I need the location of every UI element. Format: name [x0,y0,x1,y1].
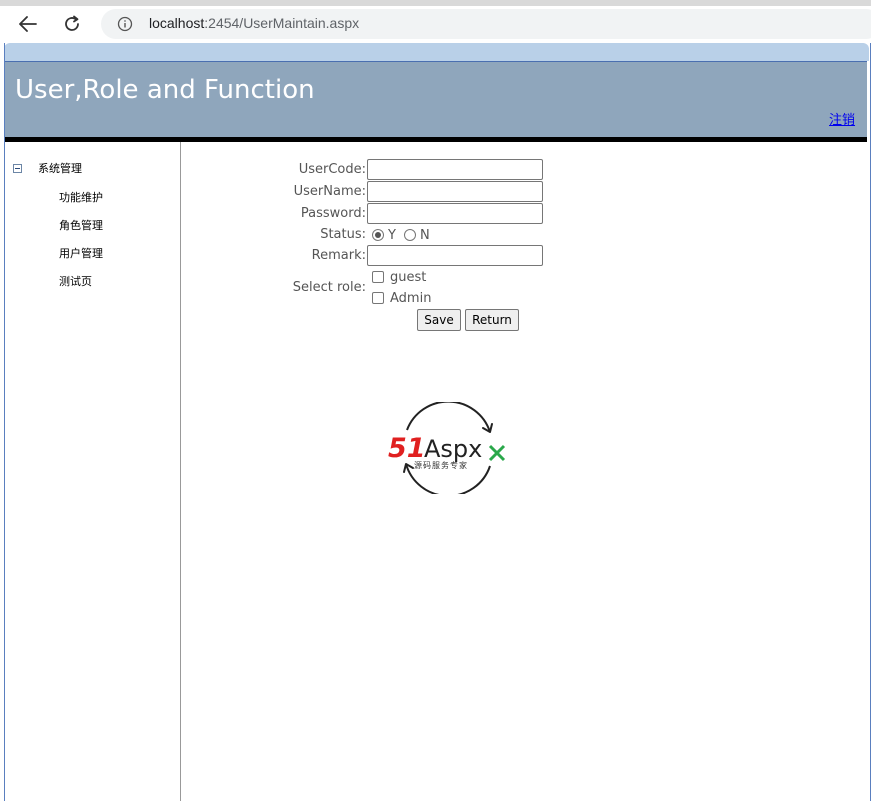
arrow-left-icon [19,16,37,32]
page-title: User,Role and Function [15,75,315,105]
password-field[interactable] [367,203,543,224]
username-field[interactable] [367,181,543,202]
sidebar-item-test-page[interactable]: 测试页 [59,273,92,289]
logout-link[interactable]: 注销 [829,109,855,128]
logo-graphic: 51 Aspx 源码服务专家 [388,400,506,497]
usercode-field[interactable] [367,159,543,180]
usercode-label: UserCode: [298,162,366,177]
status-label: Status: [320,227,366,242]
browser-toolbar: localhost:2454/UserMaintain.aspx [0,6,871,42]
info-icon[interactable] [117,16,133,32]
tree-root: 系统管理 [13,160,82,176]
address-url: localhost:2454/UserMaintain.aspx [149,15,359,31]
select-role-label: Select role: [292,280,366,295]
reload-button[interactable] [58,12,86,36]
sidebar-item-function-maintain[interactable]: 功能维护 [59,189,103,205]
reload-icon [65,15,79,31]
collapse-icon[interactable] [13,163,22,173]
return-button[interactable]: Return [465,309,519,331]
status-y-label: Y [388,228,396,243]
tree-root-label[interactable]: 系统管理 [38,160,82,176]
username-label: UserName: [293,184,366,199]
role-admin-label: Admin [390,291,432,306]
back-button[interactable] [14,12,42,36]
save-button[interactable]: Save [417,309,461,331]
role-guest-label: guest [390,270,427,285]
role-admin-checkbox[interactable] [372,292,384,304]
status-n-radio[interactable] [404,229,416,241]
status-n-label: N [420,228,430,243]
url-host: localhost [149,15,205,31]
sidebar-item-role-manage[interactable]: 角色管理 [59,217,103,233]
logo-aspx-text: Aspx [424,435,482,463]
remark-label: Remark: [311,248,366,263]
password-label: Password: [300,206,366,221]
url-path: :2454/UserMaintain.aspx [204,15,360,31]
logo-51-text: 51 [388,433,426,464]
51aspx-logo: 51 Aspx 源码服务专家 [386,400,512,497]
logo-tagline: 源码服务专家 [414,460,468,470]
remark-field[interactable] [367,245,543,266]
sidebar-item-user-manage[interactable]: 用户管理 [59,245,103,261]
status-y-radio[interactable] [372,229,384,241]
sidebar: 系统管理 功能维护 角色管理 用户管理 测试页 [5,142,181,801]
role-guest-checkbox[interactable] [372,271,384,283]
page-header: User,Role and Function 注销 [5,61,867,138]
address-bar[interactable]: localhost:2454/UserMaintain.aspx [101,9,871,39]
